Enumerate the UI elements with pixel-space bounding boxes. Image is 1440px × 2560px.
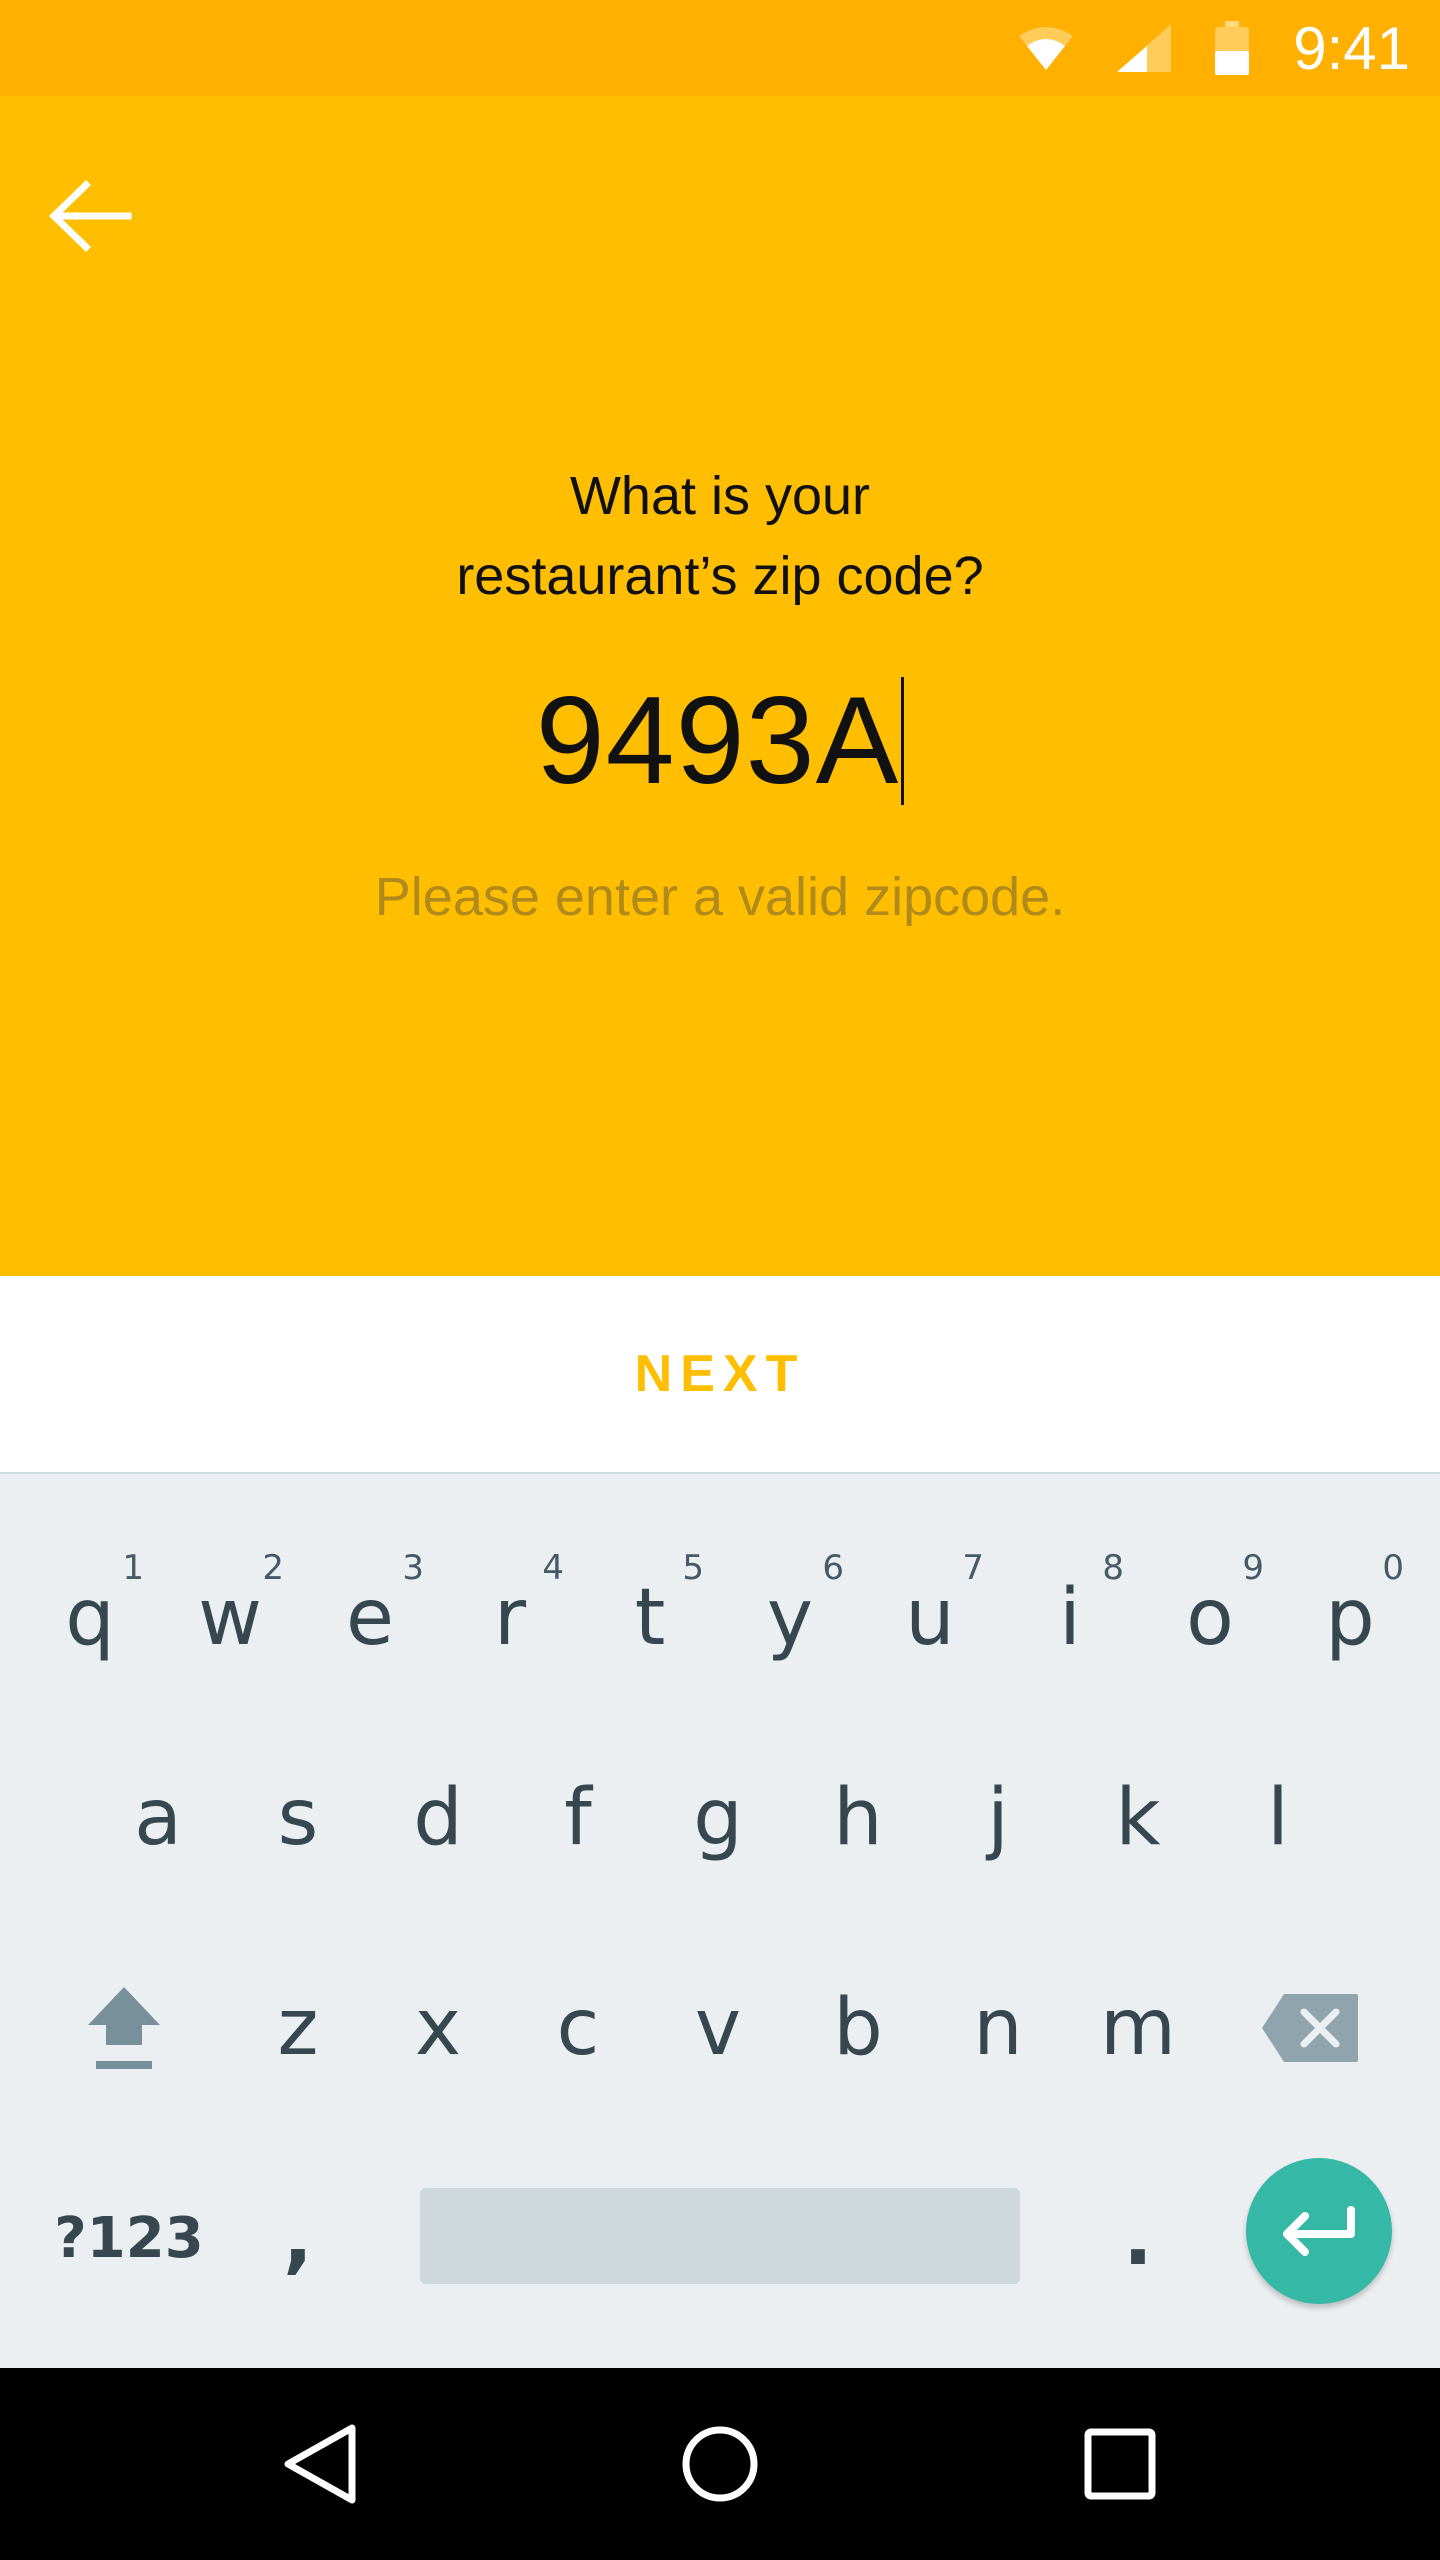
key-hint: 2 [262,1548,284,1588]
back-triangle-icon [284,2424,356,2504]
key-f[interactable]: f [508,1728,648,1908]
question-line-1: What is your [569,466,871,526]
key-e[interactable]: e3 [300,1528,440,1708]
shift-icon [88,1987,160,2069]
key-hint: 8 [1102,1548,1124,1588]
key-c[interactable]: c [508,1938,648,2118]
navigation-bar [0,2368,1440,2560]
key-hint: 5 [682,1548,704,1588]
wifi-icon [1019,26,1074,70]
key-hint: 3 [402,1548,424,1588]
key-w[interactable]: w2 [160,1528,300,1708]
key-a[interactable]: a [88,1728,228,1908]
key-label: t [634,1573,666,1663]
key-s[interactable]: s [228,1728,368,1908]
key-g[interactable]: g [648,1728,788,1908]
comma-key[interactable]: , [228,2148,368,2328]
nav-home-button[interactable] [660,2404,780,2524]
home-circle-icon [682,2426,758,2502]
backspace-key[interactable] [1240,1938,1380,2118]
key-j[interactable]: j [928,1728,1068,1908]
key-hint: 0 [1382,1548,1404,1588]
key-o[interactable]: o9 [1140,1528,1280,1708]
key-b[interactable]: b [788,1938,928,2118]
key-q[interactable]: q1 [20,1528,160,1708]
key-n[interactable]: n [928,1938,1068,2118]
key-v[interactable]: v [648,1938,788,2118]
key-label: q [65,1573,115,1663]
key-label: e [346,1573,394,1663]
key-label: p [1325,1573,1375,1663]
battery-icon [1215,21,1250,75]
key-label: i [1059,1573,1081,1663]
key-label: y [766,1573,814,1663]
key-hint: 9 [1242,1548,1264,1588]
nav-recents-button[interactable] [1060,2404,1180,2524]
key-m[interactable]: m [1068,1938,1208,2118]
key-t[interactable]: t5 [580,1528,720,1708]
key-y[interactable]: y6 [720,1528,860,1708]
key-label: o [1186,1573,1234,1663]
enter-key[interactable] [1246,2158,1392,2304]
recents-square-icon [1084,2428,1156,2500]
question-line-2: restaurant’s zip code? [456,546,984,606]
key-r[interactable]: r4 [440,1528,580,1708]
status-time: 9:41 [1293,14,1410,82]
zip-code-value: 9493A [535,672,900,810]
key-x[interactable]: x [368,1938,508,2118]
status-icons: 9:41 [975,0,1410,96]
key-h[interactable]: h [788,1728,928,1908]
shift-key[interactable] [54,1938,194,2118]
key-label: r [493,1573,527,1663]
status-bar: 9:41 [0,0,1440,96]
key-hint: 1 [122,1548,144,1588]
nav-back-button[interactable] [260,2404,380,2524]
key-hint: 6 [822,1548,844,1588]
key-d[interactable]: d [368,1728,508,1908]
enter-arrow-icon [1283,2206,1355,2256]
arrow-back-icon [48,180,132,252]
key-hint: 7 [962,1548,984,1588]
next-button-label: NEXT [634,1345,806,1403]
zip-code-panel: What is your restaurant’s zip code? 9493… [0,96,1440,1276]
text-cursor [901,677,905,805]
key-label: w [198,1573,262,1663]
key-hint: 4 [542,1548,564,1588]
back-button[interactable] [40,166,140,266]
key-i[interactable]: i8 [1000,1528,1140,1708]
cell-signal-icon [1117,24,1172,72]
space-bar[interactable] [420,2188,1020,2284]
key-u[interactable]: u7 [860,1528,1000,1708]
key-l[interactable]: l [1208,1728,1348,1908]
next-button[interactable]: NEXT [0,1276,1440,1472]
symbols-key[interactable]: ?123 [54,2148,204,2328]
question-heading: What is your restaurant’s zip code? [0,456,1440,616]
validation-error: Please enter a valid zipcode. [374,867,1066,927]
backspace-icon [1262,1994,1358,2062]
key-p[interactable]: p0 [1280,1528,1420,1708]
zip-code-input[interactable]: 9493A [0,666,1440,816]
key-z[interactable]: z [228,1938,368,2118]
key-label: u [905,1573,955,1663]
key-k[interactable]: k [1068,1728,1208,1908]
period-key[interactable]: . [1068,2148,1208,2328]
